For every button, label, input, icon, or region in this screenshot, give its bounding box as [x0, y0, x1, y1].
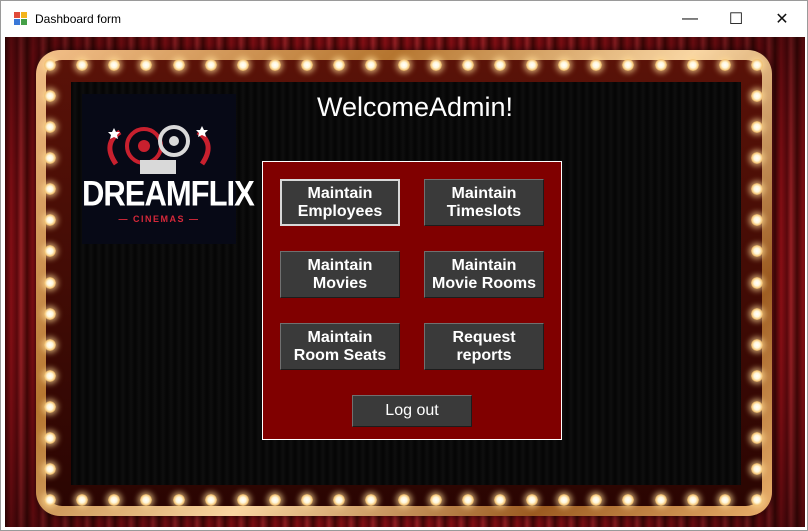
marquee-bulb: [718, 494, 731, 506]
marquee-bulb: [44, 276, 56, 289]
marquee-bulb: [236, 494, 249, 506]
marquee-bulb: [751, 400, 763, 413]
marquee-bulb: [751, 462, 763, 475]
marquee-bulb: [751, 276, 763, 289]
marquee-bulb: [172, 494, 185, 506]
maintain-employees-button[interactable]: Maintain Employees: [280, 179, 400, 226]
marquee-bulb: [654, 494, 667, 506]
marquee-bulb: [397, 494, 410, 506]
menu-panel: Maintain Employees Maintain Timeslots Ma…: [262, 161, 562, 440]
marquee-bulb: [751, 59, 763, 71]
marquee-bulb: [204, 59, 217, 71]
marquee-bulb: [44, 494, 56, 506]
maintain-movies-button[interactable]: Maintain Movies: [280, 251, 400, 298]
marquee-bulb: [44, 400, 56, 413]
marquee-bulb: [526, 494, 539, 506]
marquee-bulb: [493, 59, 506, 71]
marquee-bulb: [44, 90, 56, 103]
marquee-bulb: [44, 431, 56, 444]
marquee-bulb: [172, 59, 185, 71]
marquee-bulb: [429, 494, 442, 506]
close-button[interactable]: ✕: [759, 1, 805, 37]
request-reports-button[interactable]: Request reports: [424, 323, 544, 370]
marquee-bulb: [268, 59, 281, 71]
maintain-room-seats-button[interactable]: Maintain Room Seats: [280, 323, 400, 370]
dreamflix-logo: DREAMFLIX — CINEMAS —: [82, 94, 255, 244]
marquee-bulb: [236, 59, 249, 71]
marquee-bulb: [751, 90, 763, 103]
marquee-bulb: [301, 494, 314, 506]
marquee-bulb: [493, 494, 506, 506]
marquee-bulb: [44, 338, 56, 351]
marquee-bulb: [751, 307, 763, 320]
logo-subtitle: — CINEMAS —: [118, 214, 200, 224]
marquee-bulb: [686, 59, 699, 71]
app-icon: [14, 12, 28, 26]
marquee-bulb: [268, 494, 281, 506]
marquee-bulb: [44, 59, 56, 71]
marquee-bulb: [44, 462, 56, 475]
marquee-bulb: [429, 59, 442, 71]
marquee-bulb: [686, 494, 699, 506]
marquee-bulb: [751, 338, 763, 351]
marquee-bulb: [204, 494, 217, 506]
marquee-bulb: [751, 494, 763, 506]
maintain-movie-rooms-button[interactable]: Maintain Movie Rooms: [424, 251, 544, 298]
window-title: Dashboard form: [35, 12, 122, 26]
marquee-bulb: [751, 431, 763, 444]
marquee-bulb: [44, 307, 56, 320]
marquee-bulb: [526, 59, 539, 71]
marquee-bulb: [461, 494, 474, 506]
marquee-bulb: [301, 59, 314, 71]
marquee-bulb: [718, 59, 731, 71]
log-out-button[interactable]: Log out: [352, 395, 472, 427]
maintain-timeslots-button[interactable]: Maintain Timeslots: [424, 179, 544, 226]
marquee-bulb: [44, 369, 56, 382]
minimize-button[interactable]: —: [667, 1, 713, 37]
marquee-bulb: [751, 369, 763, 382]
title-bar[interactable]: Dashboard form — ☐ ✕: [1, 1, 807, 37]
marquee-bulb: [654, 59, 667, 71]
marquee-bulb: [461, 59, 474, 71]
curtain-background: DREAMFLIX — CINEMAS — WelcomeAdmin! Main…: [5, 37, 805, 527]
welcome-heading: WelcomeAdmin!: [316, 92, 514, 122]
maximize-button[interactable]: ☐: [713, 1, 759, 37]
marquee-bulb: [397, 59, 410, 71]
logo-wordmark: DREAMFLIX: [82, 173, 255, 214]
dashboard-window: Dashboard form — ☐ ✕ DREAMFLIX — CINEMAS…: [0, 0, 808, 531]
